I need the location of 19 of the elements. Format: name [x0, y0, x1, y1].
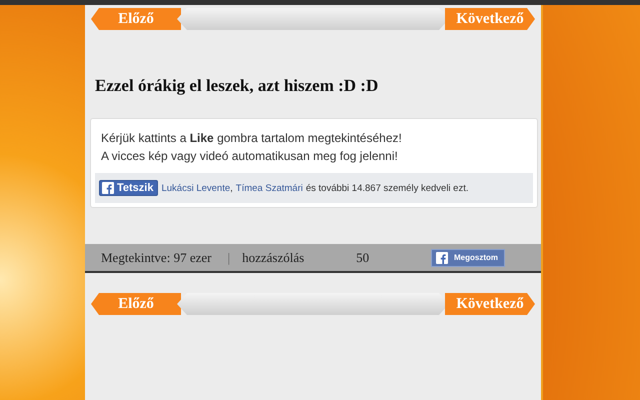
like-button[interactable]: Tetszik	[99, 180, 158, 196]
friend-link[interactable]: Tímea Szatmári	[236, 182, 303, 194]
info-message: A vicces kép vagy videó automatikusan meg fog jelenni!	[101, 148, 399, 165]
facebook-icon	[102, 182, 114, 194]
next-button[interactable]: Következő	[445, 8, 535, 30]
previous-button[interactable]: Előző	[91, 293, 181, 315]
friend-link[interactable]: Lukácsi Levente	[161, 182, 230, 194]
previous-button[interactable]: Előző	[91, 8, 181, 30]
post-title: Ezzel órákig el leszek, azt hiszem :D :D	[95, 76, 380, 96]
separator: ,	[230, 182, 233, 194]
next-button[interactable]: Következő	[445, 293, 535, 315]
likes-text: és további 14.867 személy kedveli ezt.	[306, 182, 468, 194]
divider: |	[227, 250, 230, 266]
share-button[interactable]: Megosztom	[431, 248, 505, 266]
like-message: Kérjük kattints a Like gombra tartalom megtekintéséhez!	[101, 130, 403, 147]
facebook-icon	[436, 252, 448, 264]
views-count: Megtekintve: 97 ezer	[101, 250, 212, 266]
comments-count: 50	[356, 250, 370, 266]
comments-label: hozzászólás	[242, 250, 304, 266]
